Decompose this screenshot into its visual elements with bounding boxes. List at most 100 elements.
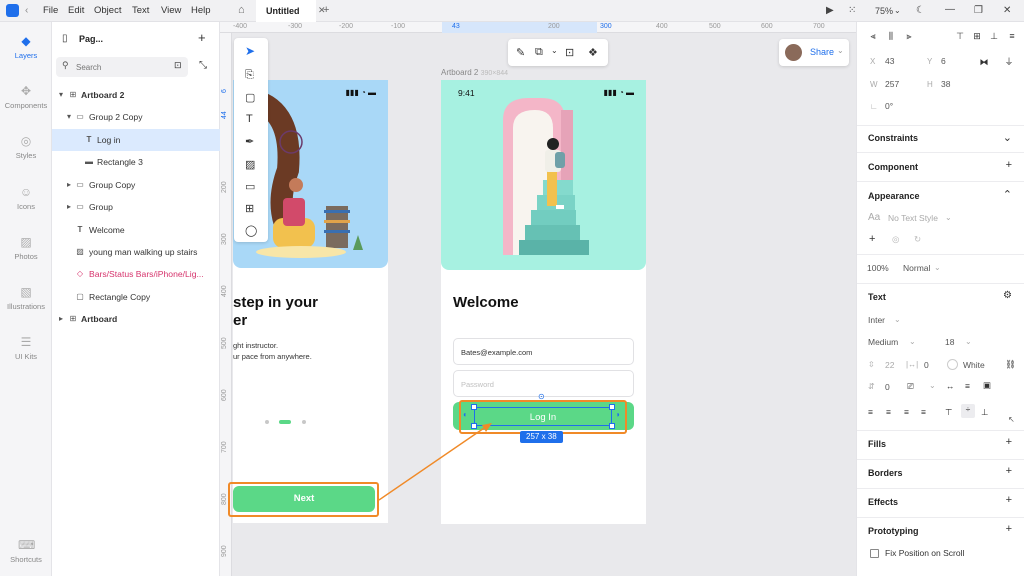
nav-shortcuts[interactable]: ⌨ Shortcuts bbox=[0, 538, 52, 564]
add-border-button[interactable]: + bbox=[1006, 465, 1012, 477]
distribute-icon[interactable]: ≡ bbox=[1006, 30, 1018, 42]
reset-style-icon[interactable]: ↻ bbox=[914, 234, 921, 245]
artboard-2[interactable]: 9:41 ▮▮▮ ◔ ▬ Welcome Bates@example.com P… bbox=[441, 80, 646, 524]
font-family-chevron-icon[interactable]: ⌄ bbox=[894, 315, 901, 324]
layer-search-input[interactable] bbox=[76, 60, 156, 74]
nav-photos[interactable]: ▨ Photos bbox=[0, 235, 52, 261]
layer-row-young-man[interactable]: ▨ young man walking up stairs bbox=[52, 241, 220, 263]
add-effect-button[interactable]: + bbox=[1006, 494, 1012, 506]
text-color-swatch[interactable] bbox=[947, 359, 958, 370]
font-weight-chevron-icon[interactable]: ⌄ bbox=[909, 337, 916, 346]
grid-apps-icon[interactable]: ⁙ bbox=[848, 5, 856, 17]
expand-arrow-icon[interactable]: ▸ bbox=[64, 174, 74, 196]
selection-handle[interactable] bbox=[609, 423, 615, 429]
home-icon[interactable]: ⌂ bbox=[238, 4, 245, 16]
font-family-select[interactable]: Inter bbox=[868, 315, 885, 325]
layer-row-log-in[interactable]: T Log in bbox=[52, 129, 220, 151]
layer-row-group[interactable]: ▸ ▭ Group bbox=[52, 196, 220, 218]
frame-icon[interactable]: ⊡ bbox=[565, 46, 574, 59]
close-window-icon[interactable]: ✕ bbox=[1003, 5, 1011, 17]
menu-file[interactable]: File bbox=[43, 5, 58, 16]
x-value[interactable]: 43 bbox=[885, 56, 894, 66]
component-icon[interactable]: ❖ bbox=[588, 46, 598, 59]
layer-row-welcome[interactable]: T Welcome bbox=[52, 219, 220, 241]
zoom-level[interactable]: 75% bbox=[875, 5, 893, 17]
letter-spacing-value[interactable]: 0 bbox=[924, 360, 929, 370]
constraints-chevron-icon[interactable]: ⌄ bbox=[1003, 131, 1012, 144]
blend-chevron-icon[interactable]: ⌄ bbox=[934, 263, 941, 272]
constraints-title[interactable]: Constraints bbox=[868, 133, 918, 143]
expand-arrow-icon[interactable]: ▸ bbox=[64, 196, 74, 218]
add-tab-button[interactable]: + bbox=[323, 4, 329, 16]
text-style-select[interactable]: No Text Style bbox=[888, 213, 938, 223]
share-button[interactable]: Share bbox=[810, 47, 834, 57]
layer-search[interactable]: ⚲ ⊡ bbox=[56, 57, 188, 77]
text-tool-icon[interactable]: T bbox=[246, 113, 253, 125]
layer-row-group-2-copy[interactable]: ▾ ▭ Group 2 Copy bbox=[52, 106, 220, 128]
text-color-name[interactable]: White bbox=[963, 360, 985, 370]
menu-help[interactable]: Help bbox=[191, 5, 211, 16]
component-tool-icon[interactable]: ▭ bbox=[245, 180, 255, 193]
rectangle-tool-icon[interactable]: ▢ bbox=[245, 91, 255, 104]
boolean-icon[interactable]: ⧉ bbox=[535, 46, 543, 59]
share-area[interactable]: Share ⌄ bbox=[779, 39, 849, 66]
email-field[interactable]: Bates@example.com bbox=[453, 338, 634, 365]
nav-styles[interactable]: ◎ Styles bbox=[0, 134, 52, 160]
align-right-icon[interactable]: ⫸ bbox=[903, 30, 915, 42]
selection-handle[interactable] bbox=[471, 404, 477, 410]
text-align-center-icon[interactable]: ≡ bbox=[886, 407, 891, 417]
auto-width-chevron-icon[interactable]: ⌄ bbox=[929, 381, 936, 390]
zoom-chevron-icon[interactable]: ⌄ bbox=[894, 5, 901, 17]
align-left-icon[interactable]: ⫷ bbox=[867, 30, 879, 42]
expand-arrow-icon[interactable]: ▾ bbox=[56, 84, 66, 106]
align-top-icon[interactable]: ⊤ bbox=[954, 30, 966, 42]
fix-position-checkbox[interactable] bbox=[870, 549, 879, 558]
document-tab[interactable]: Untitled ✕ bbox=[256, 0, 326, 22]
nav-illustrations[interactable]: ▧ Illustrations bbox=[0, 285, 52, 311]
w-value[interactable]: 257 bbox=[885, 79, 899, 89]
move-tool-icon[interactable]: ➤ bbox=[245, 44, 255, 58]
font-size-value[interactable]: 18 bbox=[945, 337, 954, 347]
login-text-selection[interactable]: Log In bbox=[471, 404, 615, 429]
menu-text[interactable]: Text bbox=[132, 5, 149, 16]
add-prototype-button[interactable]: + bbox=[1006, 523, 1012, 535]
resize-horizontal-icon[interactable]: ↔ bbox=[946, 381, 955, 391]
expand-arrow-icon[interactable]: ▾ bbox=[64, 106, 74, 128]
pen-tool-icon[interactable]: ✒ bbox=[245, 135, 254, 148]
paragraph-spacing-value[interactable]: 0 bbox=[885, 382, 890, 392]
vertical-align-middle-icon[interactable]: ÷ bbox=[961, 404, 975, 418]
avatar[interactable] bbox=[785, 44, 802, 61]
scan-icon[interactable]: ⊡ bbox=[174, 60, 182, 71]
share-chevron-icon[interactable]: ⌄ bbox=[837, 46, 844, 55]
layer-row-group-copy[interactable]: ▸ ▭ Group Copy bbox=[52, 174, 220, 196]
opacity-value[interactable]: 100% bbox=[867, 263, 889, 273]
layer-row-artboard[interactable]: ▸ ⊞ Artboard bbox=[52, 308, 220, 330]
layer-row-rectangle-3[interactable]: ▬ Rectangle 3 bbox=[52, 151, 220, 173]
text-align-justify-icon[interactable]: ≡ bbox=[921, 407, 926, 417]
text-settings-icon[interactable]: ⚙ bbox=[1003, 290, 1012, 301]
blend-mode-select[interactable]: Normal bbox=[903, 263, 930, 273]
canvas[interactable]: -400 -300 -200 -100 43 200 300 400 500 6… bbox=[220, 22, 856, 576]
boolean-chevron-icon[interactable]: ⌄ bbox=[551, 46, 558, 55]
edit-pen-icon[interactable]: ✎ bbox=[516, 46, 525, 59]
minimize-icon[interactable]: — bbox=[945, 4, 955, 16]
menu-object[interactable]: Object bbox=[94, 5, 121, 16]
plugins-tool-icon[interactable]: ⊞ bbox=[245, 202, 254, 215]
selection-handle[interactable] bbox=[471, 423, 477, 429]
add-page-button[interactable]: + bbox=[198, 30, 206, 45]
fixed-size-icon[interactable]: ▣ bbox=[983, 380, 991, 391]
vertical-align-bottom-icon[interactable]: ⊥ bbox=[981, 407, 988, 418]
comment-tool-icon[interactable]: ◯ bbox=[245, 224, 257, 237]
layer-row-rectangle-copy[interactable]: ▢ Rectangle Copy bbox=[52, 286, 220, 308]
menu-edit[interactable]: Edit bbox=[68, 5, 84, 16]
rotation-value[interactable]: 0° bbox=[885, 101, 893, 111]
next-button[interactable]: Next bbox=[233, 486, 375, 512]
layer-row-status-bar[interactable]: ◇ Bars/Status Bars/iPhone/Lig... bbox=[52, 263, 220, 285]
artboard-2-label[interactable]: Artboard 2 390×844 bbox=[441, 68, 508, 77]
play-icon[interactable]: ▶ bbox=[826, 5, 834, 17]
add-style-icon[interactable]: + bbox=[869, 233, 875, 245]
add-component-button[interactable]: + bbox=[1006, 159, 1012, 171]
flip-vertical-icon[interactable]: ⏚ bbox=[1003, 56, 1015, 68]
restore-icon[interactable]: ❐ bbox=[974, 5, 983, 17]
y-value[interactable]: 6 bbox=[941, 56, 946, 66]
